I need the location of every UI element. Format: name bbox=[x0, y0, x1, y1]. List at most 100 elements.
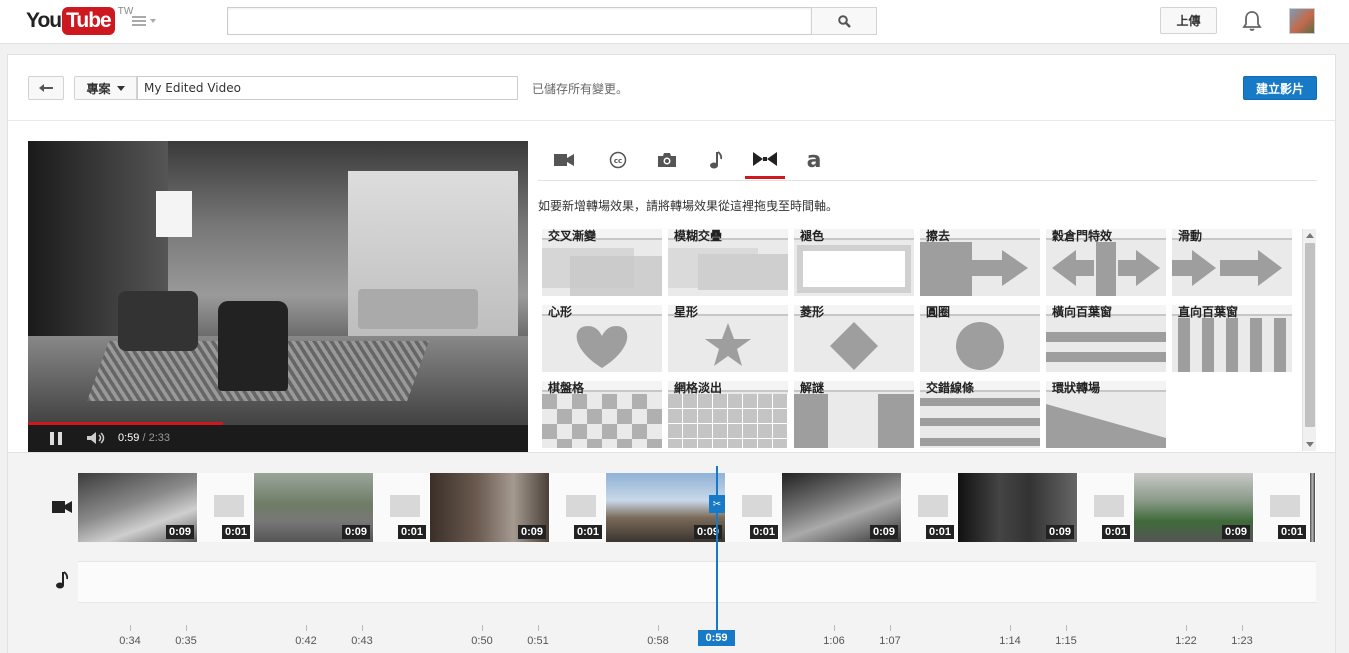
transition-clip[interactable]: 0:01 bbox=[726, 473, 782, 542]
tab-audio[interactable] bbox=[696, 141, 736, 179]
transition-radial[interactable]: 環狀轉場 bbox=[1046, 381, 1166, 448]
svg-text:cc: cc bbox=[614, 157, 622, 165]
transition-circle[interactable]: 圓圈 bbox=[920, 305, 1040, 372]
project-title-input[interactable] bbox=[137, 76, 518, 100]
transitions-scrollbar[interactable] bbox=[1302, 229, 1316, 451]
scroll-thumb[interactable] bbox=[1305, 243, 1315, 427]
video-clip[interactable]: 0:09 bbox=[254, 473, 374, 542]
grid-fade-icon bbox=[668, 394, 788, 448]
cross-fade-icon bbox=[542, 248, 662, 296]
transition-diamond[interactable]: 菱形 bbox=[794, 305, 914, 372]
transition-label: 棋盤格 bbox=[548, 381, 585, 395]
tab-photos[interactable] bbox=[647, 141, 687, 179]
transition-wipe[interactable]: 擦去 bbox=[920, 229, 1040, 296]
video-player[interactable]: 0:59 / 2:33 bbox=[28, 141, 528, 452]
pause-icon[interactable] bbox=[50, 432, 62, 445]
current-time: 0:59 bbox=[118, 432, 140, 444]
scroll-down-arrow-icon[interactable] bbox=[1306, 442, 1314, 447]
tab-text[interactable]: a bbox=[794, 141, 834, 179]
upload-button[interactable]: 上傳 bbox=[1160, 7, 1217, 34]
ruler-label: 1:07 bbox=[879, 635, 901, 647]
video-clip[interactable] bbox=[1310, 473, 1316, 542]
time-ruler[interactable]: 0:34 0:35 0:42 0:43 0:50 0:51 0:58 1:06 1:07 1:14… bbox=[78, 605, 1316, 653]
transition-clip[interactable]: 0:01 bbox=[550, 473, 606, 542]
transition-star[interactable]: 星形 bbox=[668, 305, 788, 372]
time-display: 0:59 / 2:33 bbox=[118, 432, 170, 444]
video-preview[interactable] bbox=[28, 141, 528, 422]
transition-barn-door[interactable]: 穀倉門特效 bbox=[1046, 229, 1166, 296]
clip-duration: 0:09 bbox=[1221, 525, 1250, 539]
video-clip[interactable]: 0:09 bbox=[78, 473, 198, 542]
youtube-logo[interactable]: You Tube TW bbox=[26, 6, 134, 35]
tab-captions[interactable]: cc bbox=[598, 141, 638, 179]
ruler-tick bbox=[482, 625, 483, 631]
clip-duration: 0:09 bbox=[341, 525, 370, 539]
logo-tube: Tube bbox=[62, 7, 115, 35]
transition-vertical-blinds[interactable]: 直向百葉窗 bbox=[1172, 305, 1292, 372]
transition-puzzle[interactable]: 解謎 bbox=[794, 381, 914, 448]
split-scissors-icon[interactable]: ✂ bbox=[709, 495, 725, 513]
interlaced-lines-icon bbox=[920, 398, 1040, 446]
ruler-label: 1:22 bbox=[1175, 635, 1197, 647]
ruler-label: 0:58 bbox=[647, 635, 669, 647]
tool-tabs: cc a bbox=[538, 141, 1317, 181]
ruler-label: 0:50 bbox=[471, 635, 493, 647]
transition-checkerboard[interactable]: 棋盤格 bbox=[542, 381, 662, 448]
wipe-arrow-icon bbox=[920, 242, 1028, 296]
project-menu-button[interactable]: 專案 bbox=[74, 76, 137, 100]
transition-heart[interactable]: 心形 bbox=[542, 305, 662, 372]
transition-cross-fade[interactable]: 交叉漸變 bbox=[542, 229, 662, 296]
search-button[interactable] bbox=[811, 7, 877, 35]
logo-region: TW bbox=[117, 6, 134, 17]
back-button[interactable] bbox=[28, 76, 64, 100]
preview-lamp bbox=[156, 191, 192, 237]
fade-icon bbox=[797, 245, 911, 293]
transition-fade-to-black[interactable]: 褪色 bbox=[794, 229, 914, 296]
volume-icon[interactable] bbox=[86, 431, 108, 445]
create-video-button[interactable]: 建立影片 bbox=[1243, 76, 1317, 100]
transition-clip[interactable]: 0:01 bbox=[1254, 473, 1310, 542]
transition-label: 擦去 bbox=[926, 229, 951, 243]
tab-transitions[interactable] bbox=[745, 141, 785, 179]
video-clip[interactable]: 0:09 bbox=[958, 473, 1078, 542]
transition-clip[interactable]: 0:01 bbox=[198, 473, 254, 542]
transition-label: 褪色 bbox=[800, 229, 825, 243]
transition-blur-fade[interactable]: 模糊交疊 bbox=[668, 229, 788, 296]
transition-placeholder bbox=[1270, 495, 1300, 517]
clip-duration: 0:01 bbox=[1277, 525, 1306, 539]
editor-card: 專案 已儲存所有變更。 建立影片 0 bbox=[7, 54, 1336, 653]
video-clip[interactable]: 0:09 bbox=[430, 473, 550, 542]
guide-menu-button[interactable] bbox=[132, 13, 158, 29]
transition-horizontal-blinds[interactable]: 橫向百葉窗 bbox=[1046, 305, 1166, 372]
timeline[interactable]: 0:09 0:01 0:09 0:01 0:09 0:01 0:09 0:01 0:09 0:01… bbox=[8, 452, 1335, 653]
transition-clip[interactable]: 0:01 bbox=[374, 473, 430, 542]
video-clip[interactable]: 0:09 bbox=[782, 473, 902, 542]
ruler-label: 1:06 bbox=[823, 635, 845, 647]
transition-slide[interactable]: 滑動 bbox=[1172, 229, 1292, 296]
ruler-tick bbox=[362, 625, 363, 631]
transition-label: 心形 bbox=[548, 305, 573, 319]
bell-icon[interactable] bbox=[1240, 10, 1264, 32]
progress-fill bbox=[28, 422, 223, 425]
avatar[interactable] bbox=[1289, 8, 1315, 34]
transition-label: 模糊交疊 bbox=[674, 229, 723, 243]
transition-placeholder bbox=[566, 495, 596, 517]
transition-placeholder bbox=[742, 495, 772, 517]
progress-bar[interactable] bbox=[28, 422, 528, 425]
transition-clip[interactable]: 0:01 bbox=[902, 473, 958, 542]
scroll-up-arrow-icon[interactable] bbox=[1306, 233, 1314, 238]
video-clip[interactable]: 0:09 bbox=[1134, 473, 1254, 542]
video-clip[interactable]: 0:09 bbox=[606, 473, 726, 542]
transition-label: 星形 bbox=[674, 305, 699, 319]
playhead[interactable] bbox=[716, 466, 718, 646]
ruler-label: 1:14 bbox=[999, 635, 1021, 647]
transition-interlaced-lines[interactable]: 交錯線條 bbox=[920, 381, 1040, 448]
clip-duration: 0:09 bbox=[165, 525, 194, 539]
ruler-label: 1:15 bbox=[1055, 635, 1077, 647]
transition-clip[interactable]: 0:01 bbox=[1078, 473, 1134, 542]
tab-video[interactable] bbox=[544, 141, 584, 179]
audio-track[interactable] bbox=[78, 561, 1316, 603]
search-input[interactable] bbox=[227, 7, 812, 35]
transition-grid-fade[interactable]: 網格淡出 bbox=[668, 381, 788, 448]
video-track[interactable]: 0:09 0:01 0:09 0:01 0:09 0:01 0:09 0:01 0:09 0:01… bbox=[78, 473, 1316, 542]
